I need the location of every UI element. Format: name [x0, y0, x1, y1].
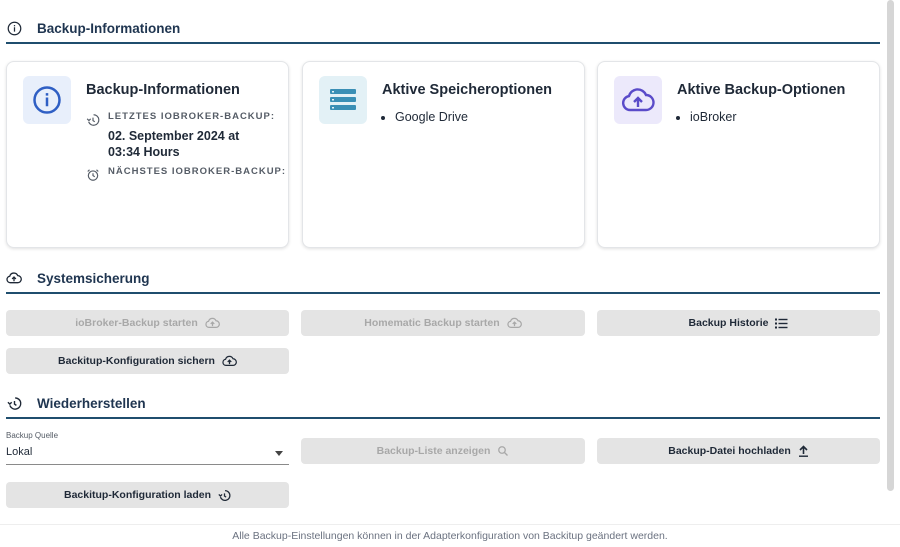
- backup-source-select[interactable]: Backup Quelle Lokal: [6, 431, 289, 465]
- button-label: Homematic Backup starten: [364, 317, 500, 329]
- alarm-clock-icon: [86, 168, 100, 182]
- last-backup-label: Letztes ioBroker-Backup:: [108, 111, 276, 122]
- history-icon: [86, 113, 100, 127]
- section-header-system: Systemsicherung: [6, 264, 880, 294]
- section-title-restore: Wiederherstellen: [37, 395, 146, 411]
- button-label: ioBroker-Backup starten: [75, 317, 198, 329]
- cloud-upload-icon: [205, 317, 220, 329]
- homematic-backup-start-button[interactable]: Homematic Backup starten: [301, 310, 585, 336]
- list-item: Google Drive: [395, 110, 468, 124]
- button-label: Backup-Liste anzeigen: [376, 445, 491, 457]
- last-backup-row: Letztes ioBroker-Backup: 02. September 2…: [86, 111, 275, 160]
- card-backup-info: Backup-Informationen Letztes ioBroker-Ba…: [6, 61, 289, 248]
- last-backup-value: 02. September 2024 at 03:34 Hours: [108, 129, 240, 159]
- cloud-upload-icon: [6, 270, 22, 286]
- config-save-button[interactable]: Backitup-Konfiguration sichern: [6, 348, 289, 374]
- card-backup-options: Aktive Backup-Optionen ioBroker: [597, 61, 880, 248]
- list-icon: [775, 318, 788, 329]
- backup-history-button[interactable]: Backup Historie: [597, 310, 880, 336]
- button-label: Backitup-Konfiguration laden: [64, 489, 211, 501]
- cloud-upload-icon: [507, 317, 522, 329]
- button-label: Backitup-Konfiguration sichern: [58, 355, 215, 367]
- cloud-upload-icon: [614, 76, 662, 124]
- next-backup-row: Nächstes ioBroker-Backup:: [86, 166, 286, 182]
- section-header-restore: Wiederherstellen: [6, 389, 880, 419]
- card-title-options: Aktive Backup-Optionen: [677, 82, 846, 98]
- card-title-info: Backup-Informationen: [86, 82, 240, 98]
- footer-note: Alle Backup-Einstellungen können in der …: [0, 524, 900, 546]
- backup-source-label: Backup Quelle: [6, 431, 59, 440]
- button-label: Backup Historie: [688, 317, 769, 329]
- chevron-down-icon[interactable]: [275, 451, 283, 456]
- info-icon: [23, 76, 71, 124]
- card-title-storage: Aktive Speicheroptionen: [382, 82, 553, 98]
- next-backup-label: Nächstes ioBroker-Backup:: [108, 166, 287, 177]
- storage-list-icon: [319, 76, 367, 124]
- restore-icon: [218, 489, 231, 502]
- backup-file-upload-button[interactable]: Backup-Datei hochladen: [597, 438, 880, 464]
- button-label: Backup-Datei hochladen: [668, 445, 791, 457]
- cloud-upload-icon: [222, 355, 237, 367]
- config-load-button[interactable]: Backitup-Konfiguration laden: [6, 482, 289, 508]
- list-item: ioBroker: [690, 110, 737, 124]
- info-circle-icon: [6, 20, 22, 36]
- section-title-info: Backup-Informationen: [37, 20, 181, 36]
- storage-list: Google Drive: [395, 110, 468, 128]
- backup-source-value: Lokal: [6, 446, 33, 458]
- card-storage-options: Aktive Speicheroptionen Google Drive: [302, 61, 585, 248]
- vertical-scrollbar[interactable]: [887, 0, 894, 491]
- restore-icon: [6, 395, 22, 411]
- section-title-system: Systemsicherung: [37, 270, 150, 286]
- upload-icon: [798, 445, 809, 457]
- search-icon: [497, 445, 509, 457]
- iobroker-backup-start-button[interactable]: ioBroker-Backup starten: [6, 310, 289, 336]
- section-header-info: Backup-Informationen: [6, 14, 880, 44]
- backup-list-show-button[interactable]: Backup-Liste anzeigen: [301, 438, 585, 464]
- options-list: ioBroker: [690, 110, 737, 128]
